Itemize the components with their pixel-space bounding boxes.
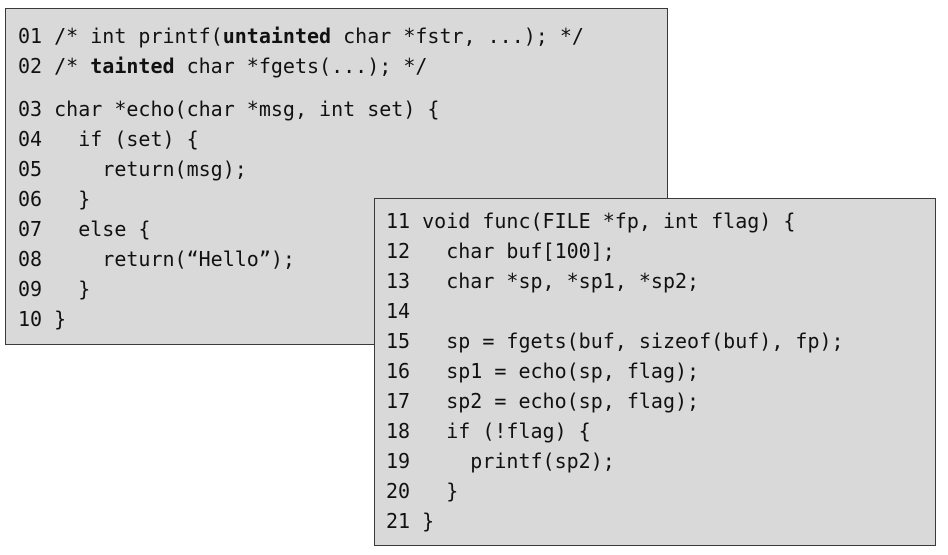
- code-line: 09 }: [18, 274, 90, 304]
- line-number: 02: [18, 54, 43, 78]
- code-line: 14: [386, 296, 422, 326]
- code-line: 11 void func(FILE *fp, int flag) {: [386, 206, 795, 236]
- line-number: 07: [18, 217, 43, 241]
- code-line: 05 return(msg);: [18, 154, 247, 184]
- line-number: 10: [18, 307, 43, 331]
- code-line: 15 sp = fgets(buf, sizeof(buf), fp);: [386, 326, 844, 356]
- code-text: printf(sp2);: [422, 449, 615, 473]
- line-number: 21: [386, 509, 411, 533]
- code-panel-func: 11 void func(FILE *fp, int flag) {12 cha…: [374, 198, 936, 546]
- code-line: 13 char *sp, *sp1, *sp2;: [386, 266, 699, 296]
- code-line: 07 else {: [18, 214, 150, 244]
- line-number: 09: [18, 277, 43, 301]
- code-text: if (!flag) {: [422, 419, 591, 443]
- line-number: 19: [386, 449, 411, 473]
- line-number: 16: [386, 359, 411, 383]
- code-text: }: [54, 277, 91, 301]
- code-text: }: [54, 187, 91, 211]
- line-number: 18: [386, 419, 411, 443]
- code-line: 06 }: [18, 184, 90, 214]
- code-text: }: [422, 479, 459, 503]
- line-number: 17: [386, 389, 411, 413]
- code-text: char *echo(char *msg, int set) {: [54, 97, 440, 121]
- line-number: 05: [18, 157, 43, 181]
- code-line: 16 sp1 = echo(sp, flag);: [386, 356, 699, 386]
- line-number: 20: [386, 479, 411, 503]
- line-number: 04: [18, 127, 43, 151]
- code-line: 18 if (!flag) {: [386, 416, 591, 446]
- code-text: return(“Hello”);: [54, 247, 295, 271]
- line-number: 14: [386, 299, 411, 323]
- line-number: 06: [18, 187, 43, 211]
- line-number: 13: [386, 269, 411, 293]
- code-text: }: [54, 307, 67, 331]
- code-text: if (set) {: [54, 127, 199, 151]
- code-text: char *fstr, ...); */: [331, 24, 584, 48]
- code-text: sp1 = echo(sp, flag);: [422, 359, 700, 383]
- line-number: 08: [18, 247, 43, 271]
- line-number: 15: [386, 329, 411, 353]
- code-text: /* int printf(: [54, 24, 223, 48]
- code-text: else {: [54, 217, 151, 241]
- line-number: 11: [386, 209, 411, 233]
- code-text: }: [422, 509, 435, 533]
- code-line: 02 /* tainted char *fgets(...); */: [18, 51, 427, 81]
- line-number: 12: [386, 239, 411, 263]
- code-text: /*: [54, 54, 91, 78]
- code-text: sp2 = echo(sp, flag);: [422, 389, 700, 413]
- code-text: void func(FILE *fp, int flag) {: [422, 209, 796, 233]
- code-text: char *fgets(...); */: [174, 54, 428, 78]
- code-line: 01 /* int printf(untainted char *fstr, .…: [18, 21, 584, 51]
- code-line: 17 sp2 = echo(sp, flag);: [386, 386, 699, 416]
- code-line: 19 printf(sp2);: [386, 446, 615, 476]
- line-number: 01: [18, 24, 43, 48]
- code-text: char buf[100];: [422, 239, 615, 263]
- code-keyword-annotation: untainted: [222, 24, 332, 48]
- code-line: 12 char buf[100];: [386, 236, 615, 266]
- code-line: 21 }: [386, 506, 434, 536]
- code-line: 04 if (set) {: [18, 124, 199, 154]
- code-line: 03 char *echo(char *msg, int set) {: [18, 94, 439, 124]
- code-line: 08 return(“Hello”);: [18, 244, 295, 274]
- code-keyword-annotation: tainted: [90, 54, 175, 78]
- code-text: sp = fgets(buf, sizeof(buf), fp);: [422, 329, 844, 353]
- code-text: char *sp, *sp1, *sp2;: [422, 269, 700, 293]
- code-line: 10 }: [18, 304, 66, 334]
- line-number: 03: [18, 97, 43, 121]
- code-text: return(msg);: [54, 157, 247, 181]
- code-line: 20 }: [386, 476, 458, 506]
